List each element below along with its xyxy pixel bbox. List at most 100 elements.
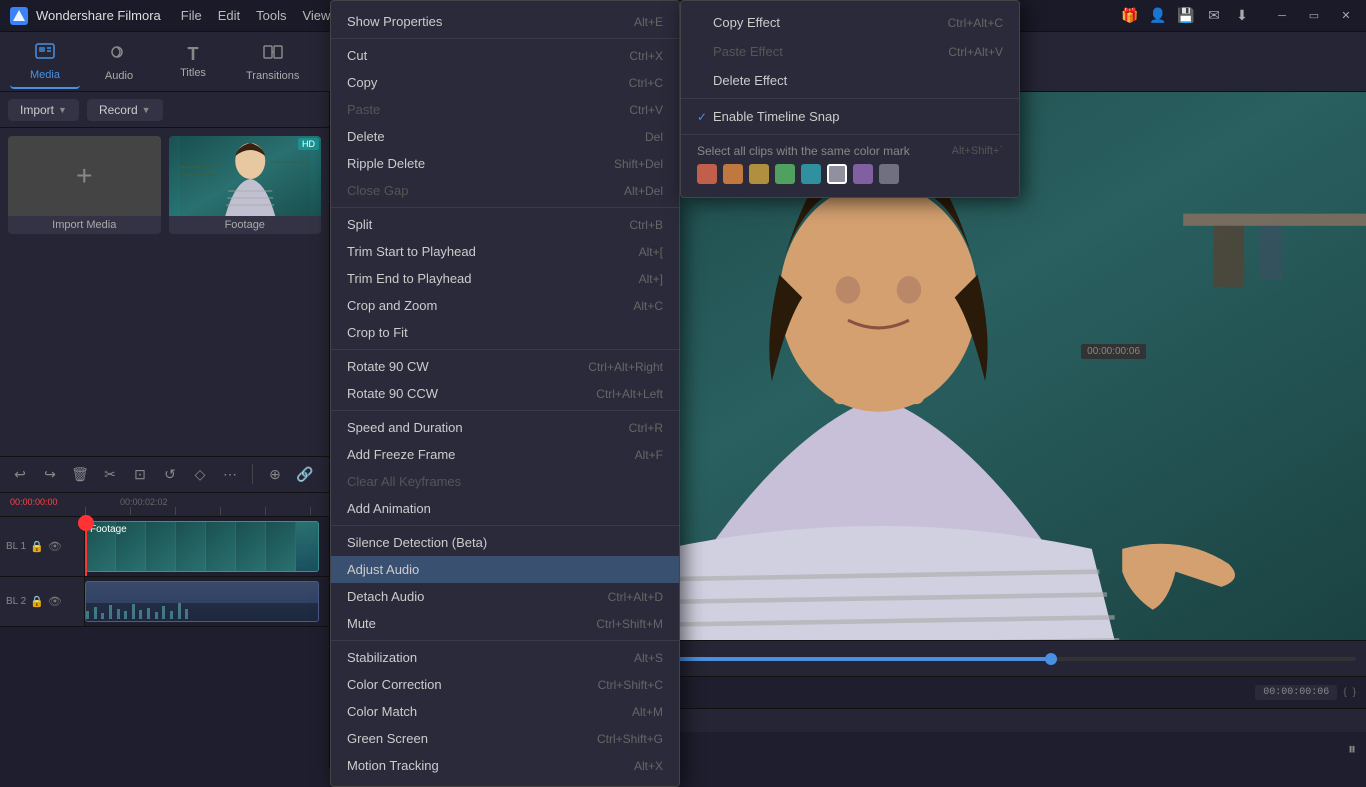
show-properties-label: Show Properties — [347, 14, 442, 29]
menu-section-7: Stabilization Alt+S Color Correction Ctr… — [331, 641, 679, 782]
cut-shortcut: Ctrl+X — [629, 49, 663, 63]
trim-start-label: Trim Start to Playhead — [347, 244, 476, 259]
copy-effect-shortcut: Ctrl+Alt+C — [948, 16, 1003, 30]
menu-paste: Paste Ctrl+V — [331, 96, 679, 123]
color-dot-green[interactable] — [775, 164, 795, 184]
menu-section-2: Cut Ctrl+X Copy Ctrl+C Paste Ctrl+V Dele… — [331, 39, 679, 208]
copy-shortcut: Ctrl+C — [629, 76, 663, 90]
menu-crop-fit[interactable]: Crop to Fit — [331, 319, 679, 346]
sub-copy-effect[interactable]: Copy Effect Ctrl+Alt+C — [681, 8, 1019, 37]
color-dot-teal[interactable] — [801, 164, 821, 184]
color-match-label: Color Match — [347, 704, 417, 719]
menu-speed-duration[interactable]: Speed and Duration Ctrl+R — [331, 414, 679, 441]
menu-detach-audio[interactable]: Detach Audio Ctrl+Alt+D — [331, 583, 679, 610]
split-shortcut: Ctrl+B — [629, 218, 663, 232]
close-gap-label: Close Gap — [347, 183, 408, 198]
menu-section-1: Show Properties Alt+E — [331, 5, 679, 39]
menu-copy[interactable]: Copy Ctrl+C — [331, 69, 679, 96]
menu-clear-keyframes: Clear All Keyframes — [331, 468, 679, 495]
sub-paste-effect: Paste Effect Ctrl+Alt+V — [681, 37, 1019, 66]
menu-section-6: Silence Detection (Beta) Adjust Audio De… — [331, 526, 679, 641]
trim-end-shortcut: Alt+] — [639, 272, 663, 286]
menu-section-4: Rotate 90 CW Ctrl+Alt+Right Rotate 90 CC… — [331, 350, 679, 411]
snap-check-icon: ✓ — [697, 110, 713, 124]
menu-delete[interactable]: Delete Del — [331, 123, 679, 150]
color-marks-section: Select all clips with the same color mar… — [681, 138, 1019, 190]
menu-silence-detection[interactable]: Silence Detection (Beta) — [331, 529, 679, 556]
green-screen-shortcut: Ctrl+Shift+G — [597, 732, 663, 746]
color-correction-shortcut: Ctrl+Shift+C — [598, 678, 663, 692]
menu-split[interactable]: Split Ctrl+B — [331, 211, 679, 238]
context-menu-overlay: Show Properties Alt+E Cut Ctrl+X Copy Ct… — [0, 0, 1366, 768]
stabilization-label: Stabilization — [347, 650, 417, 665]
color-dot-lightgray[interactable] — [827, 164, 847, 184]
menu-show-properties[interactable]: Show Properties Alt+E — [331, 8, 679, 35]
color-dot-yellow[interactable] — [749, 164, 769, 184]
delete-shortcut: Del — [645, 130, 663, 144]
trim-end-label: Trim End to Playhead — [347, 271, 472, 286]
mute-label: Mute — [347, 616, 376, 631]
delete-label: Delete — [347, 129, 385, 144]
menu-ripple-delete[interactable]: Ripple Delete Shift+Del — [331, 150, 679, 177]
rotate-cw-label: Rotate 90 CW — [347, 359, 429, 374]
crop-zoom-label: Crop and Zoom — [347, 298, 437, 313]
color-dot-red[interactable] — [697, 164, 717, 184]
mute-shortcut: Ctrl+Shift+M — [596, 617, 663, 631]
close-gap-shortcut: Alt+Del — [624, 184, 663, 198]
sub-delete-effect[interactable]: Delete Effect — [681, 66, 1019, 95]
menu-motion-tracking[interactable]: Motion Tracking Alt+X — [331, 752, 679, 779]
menu-section-3: Split Ctrl+B Trim Start to Playhead Alt+… — [331, 208, 679, 350]
sub-menu-section-1: Copy Effect Ctrl+Alt+C Paste Effect Ctrl… — [681, 5, 1019, 99]
speed-duration-shortcut: Ctrl+R — [629, 421, 663, 435]
silence-detection-label: Silence Detection (Beta) — [347, 535, 487, 550]
motion-tracking-shortcut: Alt+X — [634, 759, 663, 773]
color-marks-label: Select all clips with the same color mar… — [697, 144, 1003, 158]
color-dot-gray[interactable] — [879, 164, 899, 184]
menu-mute[interactable]: Mute Ctrl+Shift+M — [331, 610, 679, 637]
color-match-shortcut: Alt+M — [632, 705, 663, 719]
paste-shortcut: Ctrl+V — [629, 103, 663, 117]
green-screen-label: Green Screen — [347, 731, 428, 746]
menu-color-match[interactable]: Color Match Alt+M — [331, 698, 679, 725]
menu-add-animation[interactable]: Add Animation — [331, 495, 679, 522]
add-animation-label: Add Animation — [347, 501, 431, 516]
menu-trim-start[interactable]: Trim Start to Playhead Alt+[ — [331, 238, 679, 265]
menu-section-5: Speed and Duration Ctrl+R Add Freeze Fra… — [331, 411, 679, 526]
menu-close-gap: Close Gap Alt+Del — [331, 177, 679, 204]
speed-duration-label: Speed and Duration — [347, 420, 463, 435]
menu-cut[interactable]: Cut Ctrl+X — [331, 42, 679, 69]
menu-freeze-frame[interactable]: Add Freeze Frame Alt+F — [331, 441, 679, 468]
color-dot-purple[interactable] — [853, 164, 873, 184]
sub-menu-section-2: ✓ Enable Timeline Snap — [681, 99, 1019, 135]
menu-green-screen[interactable]: Green Screen Ctrl+Shift+G — [331, 725, 679, 752]
cut-label: Cut — [347, 48, 367, 63]
color-dot-orange[interactable] — [723, 164, 743, 184]
sub-context-menu: Copy Effect Ctrl+Alt+C Paste Effect Ctrl… — [680, 0, 1020, 198]
rotate-ccw-shortcut: Ctrl+Alt+Left — [596, 387, 663, 401]
menu-rotate-ccw[interactable]: Rotate 90 CCW Ctrl+Alt+Left — [331, 380, 679, 407]
paste-effect-label: Paste Effect — [713, 44, 948, 59]
crop-fit-label: Crop to Fit — [347, 325, 408, 340]
menu-crop-zoom[interactable]: Crop and Zoom Alt+C — [331, 292, 679, 319]
trim-start-shortcut: Alt+[ — [639, 245, 663, 259]
color-marks-text: Select all clips with the same color mar… — [697, 144, 910, 158]
rotate-ccw-label: Rotate 90 CCW — [347, 386, 438, 401]
color-correction-label: Color Correction — [347, 677, 442, 692]
clear-keyframes-label: Clear All Keyframes — [347, 474, 461, 489]
main-context-menu: Show Properties Alt+E Cut Ctrl+X Copy Ct… — [330, 0, 680, 787]
split-label: Split — [347, 217, 372, 232]
menu-adjust-audio[interactable]: Adjust Audio — [331, 556, 679, 583]
menu-trim-end[interactable]: Trim End to Playhead Alt+] — [331, 265, 679, 292]
detach-audio-shortcut: Ctrl+Alt+D — [608, 590, 663, 604]
menu-rotate-cw[interactable]: Rotate 90 CW Ctrl+Alt+Right — [331, 353, 679, 380]
show-properties-shortcut: Alt+E — [634, 15, 663, 29]
freeze-frame-shortcut: Alt+F — [635, 448, 663, 462]
menu-stabilization[interactable]: Stabilization Alt+S — [331, 644, 679, 671]
copy-effect-label: Copy Effect — [713, 15, 948, 30]
sub-enable-snap[interactable]: ✓ Enable Timeline Snap — [681, 102, 1019, 131]
sub-menu-section-3: Select all clips with the same color mar… — [681, 135, 1019, 193]
menu-color-correction[interactable]: Color Correction Ctrl+Shift+C — [331, 671, 679, 698]
detach-audio-label: Detach Audio — [347, 589, 424, 604]
ripple-delete-shortcut: Shift+Del — [614, 157, 663, 171]
adjust-audio-label: Adjust Audio — [347, 562, 419, 577]
